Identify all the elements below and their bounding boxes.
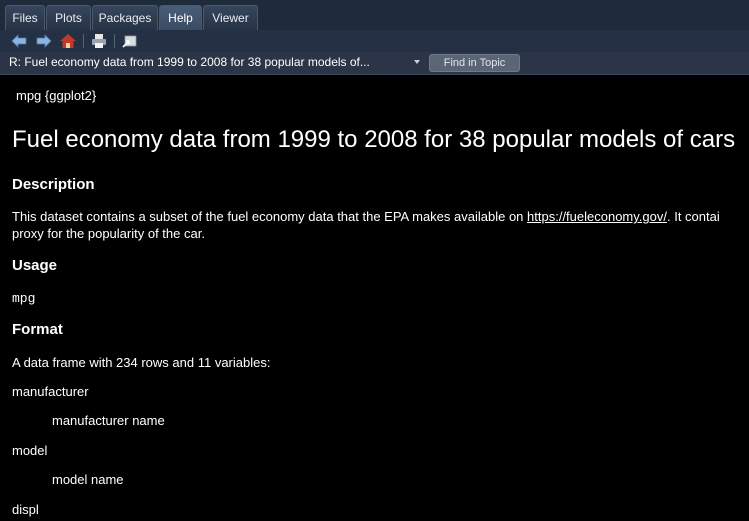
back-arrow-icon[interactable]: [10, 33, 28, 49]
usage-code: mpg: [12, 291, 36, 306]
page-title: Fuel economy data from 1999 to 2008 for …: [12, 126, 736, 153]
package-line: mpg {ggplot2}: [16, 88, 97, 103]
format-heading: Format: [12, 321, 63, 338]
variable-term: displ: [12, 502, 39, 517]
tab-files[interactable]: Files: [5, 5, 45, 30]
variable-definition: model name: [52, 472, 124, 487]
home-icon[interactable]: [59, 33, 77, 49]
open-in-window-icon[interactable]: [121, 33, 139, 49]
help-topic-bar: R: Fuel economy data from 1999 to 2008 f…: [0, 52, 749, 75]
topic-selector[interactable]: R: Fuel economy data from 1999 to 2008 f…: [9, 55, 370, 69]
chevron-down-icon[interactable]: [414, 60, 420, 64]
description-text-line2: proxy for the popularity of the car.: [12, 226, 205, 241]
tab-plots[interactable]: Plots: [46, 5, 91, 30]
format-text: A data frame with 234 rows and 11 variab…: [12, 355, 271, 370]
help-content: mpg {ggplot2} Fuel economy data from 199…: [0, 75, 749, 521]
fueleconomy-link[interactable]: https://fueleconomy.gov/: [527, 209, 667, 224]
variable-term: manufacturer: [12, 384, 89, 399]
description-text: This dataset contains a subset of the fu…: [12, 209, 720, 224]
print-icon[interactable]: [90, 33, 108, 49]
forward-arrow-icon[interactable]: [35, 33, 53, 49]
usage-heading: Usage: [12, 257, 58, 274]
find-in-topic-button[interactable]: Find in Topic: [429, 54, 520, 72]
tab-viewer[interactable]: Viewer: [203, 5, 258, 30]
pane-tab-bar: Files Plots Packages Help Viewer: [0, 0, 749, 31]
description-text-part: . It contai: [666, 209, 720, 224]
description-heading: Description: [12, 176, 95, 193]
help-toolbar: [0, 30, 749, 53]
tab-packages[interactable]: Packages: [92, 5, 158, 30]
tab-help[interactable]: Help: [159, 5, 202, 30]
toolbar-divider: [83, 34, 84, 48]
description-text-part: This dataset contains a subset of the fu…: [12, 209, 528, 224]
toolbar-divider: [114, 34, 115, 48]
variable-definition: manufacturer name: [52, 413, 165, 428]
variable-term: model: [12, 443, 48, 458]
